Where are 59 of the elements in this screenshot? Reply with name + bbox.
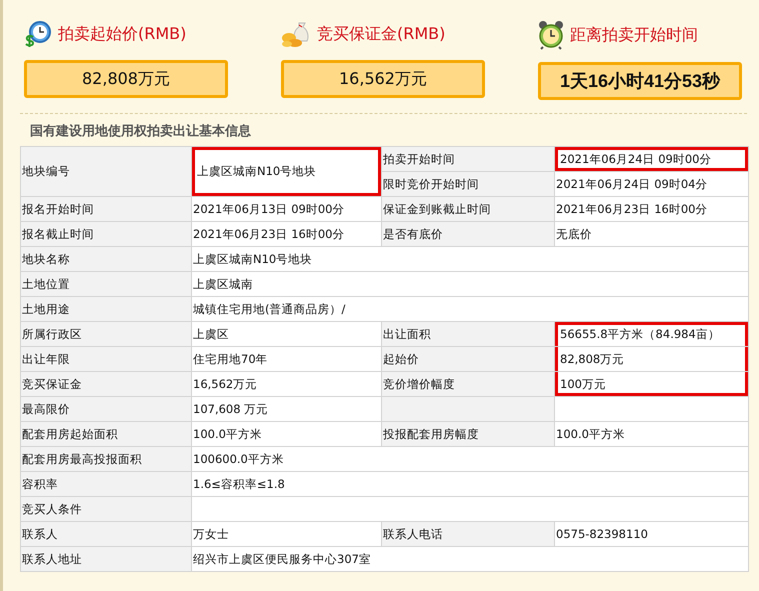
money-bag-icon [281, 20, 311, 48]
value-cell: 16,562万元 [192, 372, 382, 396]
stat-value: 82,808万元 [24, 60, 228, 98]
value-cell: 上虞区城南N10号地块 [192, 246, 748, 272]
value-cell: 2021年06月23日 16时00分 [554, 196, 748, 222]
value-cell: 2021年06月24日 09时04分 [554, 172, 748, 196]
stat-title: 距离拍卖开始时间 [570, 24, 698, 46]
value-cell: 2021年06月13日 09时00分 [192, 196, 382, 222]
label-cell: 地块编号 [20, 146, 192, 196]
value-cell: 0575-82398110 [554, 522, 748, 546]
value-cell: 上虞区城南 [192, 272, 748, 296]
value-cell: 107,608 万元 [192, 396, 382, 422]
label-cell: 拍卖开始时间 [382, 146, 554, 172]
label-cell: 地块名称 [20, 246, 192, 272]
alarm-clock-icon [538, 20, 564, 50]
label-cell: 报名截止时间 [20, 222, 192, 246]
stat-title: 竞买保证金(RMB) [317, 24, 446, 44]
label-cell: 限时竞价开始时间 [382, 172, 554, 196]
value-cell: 2021年06月23日 16时00分 [192, 222, 382, 246]
value-cell: 上虞区 [192, 322, 382, 346]
countdown-display: 1天16小时41分53秒 [538, 62, 742, 100]
label-cell: 联系人电话 [382, 522, 554, 546]
label-cell: 土地用途 [20, 296, 192, 322]
stat-value: 16,562万元 [281, 60, 485, 98]
label-cell: 是否有底价 [382, 222, 554, 246]
value-cell: 2021年06月24日 09时00分 [554, 146, 748, 172]
label-cell: 出让年限 [20, 346, 192, 372]
section-title: 国有建设用地使用权拍卖出让基本信息 [30, 123, 252, 140]
value-cell: 100600.0平方米 [192, 446, 748, 472]
value-cell: 1.6≤容积率≤1.8 [192, 472, 748, 496]
value-cell: 万女士 [192, 522, 382, 546]
label-cell: 竞买人条件 [20, 496, 192, 522]
label-cell: 配套用房起始面积 [20, 422, 192, 446]
value-cell: 100万元 [554, 372, 748, 396]
label-cell: 起始价 [382, 346, 554, 372]
label-cell: 最高限价 [20, 396, 192, 422]
value-cell: 绍兴市上虞区便民服务中心307室 [192, 546, 748, 572]
value-cell: 城镇住宅用地(普通商品房）/ [192, 296, 748, 322]
value-cell: 100.0平方米 [554, 422, 748, 446]
label-cell: 所属行政区 [20, 322, 192, 346]
label-cell: 容积率 [20, 472, 192, 496]
label-cell: 联系人 [20, 522, 192, 546]
value-cell: 无底价 [554, 222, 748, 246]
stat-title: 拍卖起始价(RMB) [58, 24, 186, 44]
value-cell: 56655.8平方米（84.984亩） [554, 322, 748, 346]
label-cell: 联系人地址 [20, 546, 192, 572]
value-cell: 住宅用地70年 [192, 346, 382, 372]
label-cell: 出让面积 [382, 322, 554, 346]
label-cell: 投报配套用房幅度 [382, 422, 554, 446]
label-cell: 土地位置 [20, 272, 192, 296]
label-cell: 报名开始时间 [20, 196, 192, 222]
label-cell: 配套用房最高投报面积 [20, 446, 192, 472]
label-cell: 竞买保证金 [20, 372, 192, 396]
label-cell: 保证金到账截止时间 [382, 196, 554, 222]
value-cell: 上虞区城南N10号地块 [192, 146, 382, 196]
clock-dollar-icon [24, 20, 52, 48]
label-cell: 竞价增价幅度 [382, 372, 554, 396]
value-cell: 82,808万元 [554, 346, 748, 372]
value-cell: 100.0平方米 [192, 422, 382, 446]
